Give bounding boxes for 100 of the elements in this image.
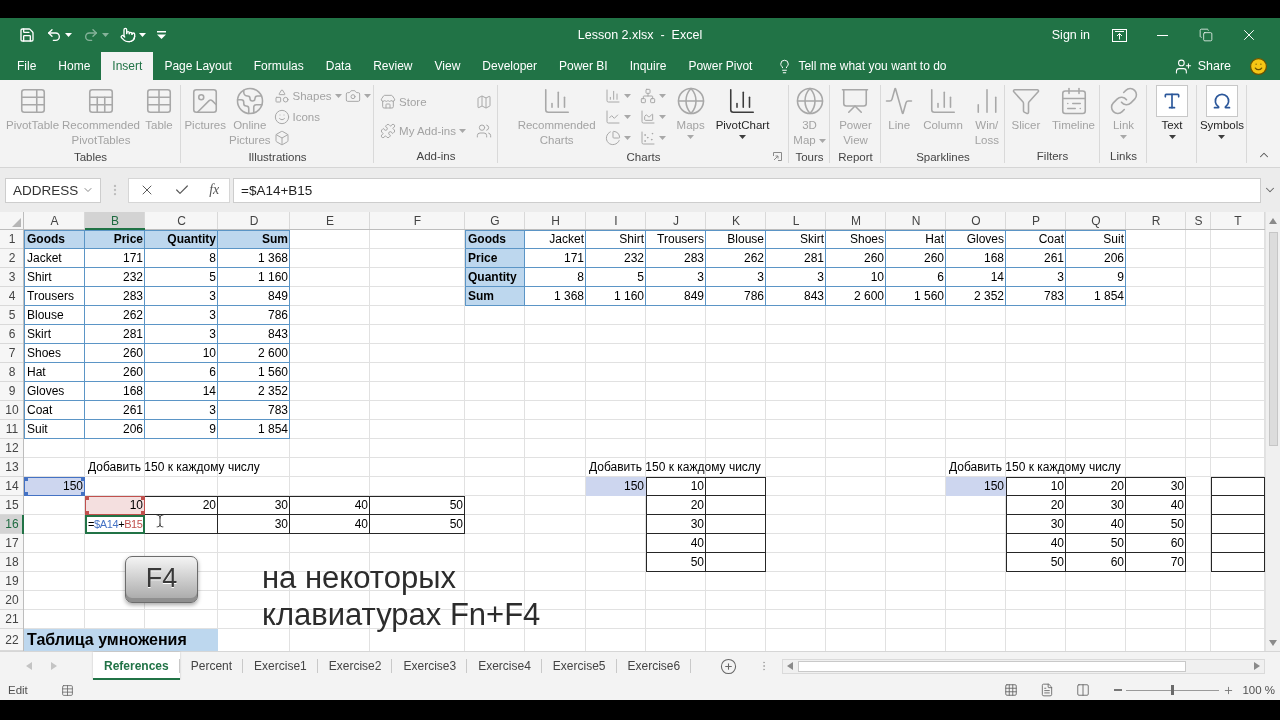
sheet-cell[interactable]: Sum [218,230,290,249]
header-letter[interactable]: F [370,212,465,230]
sheet-cell[interactable]: 206 [85,420,145,439]
sheet-cell[interactable]: 6 [886,268,946,287]
header-letter[interactable]: Q [1066,212,1126,230]
empty-cell[interactable] [706,534,766,553]
sheet-cell[interactable]: 168 [946,249,1006,268]
sheet-cell[interactable]: 150 [586,477,646,496]
editing-cell[interactable]: =$A14+B15 [85,515,145,534]
sheet-cell[interactable]: 786 [706,287,766,306]
empty-cell[interactable] [1211,515,1265,534]
sheet-cell[interactable]: 843 [218,325,290,344]
sheet-cell[interactable]: 261 [85,401,145,420]
sheet-cell[interactable]: 171 [85,249,145,268]
sheet-cell[interactable]: 9 [1066,268,1126,287]
sheet-cell[interactable]: 262 [706,249,766,268]
sheet-cell[interactable]: 2 600 [826,287,886,306]
header-letter[interactable]: L [766,212,826,230]
sheet-cell[interactable]: Добавить 150 к каждому числу [586,458,826,477]
row-number[interactable]: 12 [0,439,24,458]
ribbon-tab[interactable]: File [6,52,48,80]
down-triangle-icon[interactable] [1269,640,1277,646]
sheet-cell[interactable]: Blouse [24,306,85,325]
sheet-cell[interactable]: Suit [24,420,85,439]
header-letter[interactable]: T [1211,212,1265,230]
sheet-cell[interactable]: Price [85,230,145,249]
ribbon-tab[interactable]: View [423,52,472,80]
sheet-cell[interactable]: 30 [1126,477,1186,496]
sheet-cell[interactable]: 60 [1066,553,1126,572]
sheet-cell[interactable]: 3 [1006,268,1066,287]
row-number[interactable]: 6 [0,325,24,344]
empty-cell[interactable] [706,553,766,572]
sheet-cell[interactable]: 1 160 [586,287,646,306]
zoom-in-button[interactable] [1223,684,1235,696]
sheet-cell[interactable]: 5 [586,268,646,287]
sheet-cell[interactable]: 260 [85,363,145,382]
sheet-cell[interactable]: 60 [1126,534,1186,553]
ribbon-tab[interactable]: Power BI [548,52,619,80]
sheet-cell[interactable]: Добавить 150 к каждому числу [85,458,290,477]
ribbon-tab[interactable]: Review [362,52,424,80]
sheet-cell[interactable]: 3 [766,268,826,287]
sheet-cell[interactable]: 261 [1006,249,1066,268]
row-number[interactable]: 16 [0,515,24,534]
sheet-cell[interactable]: 50 [646,553,706,572]
ribbon-button[interactable]: Symbols [1198,83,1246,139]
header-letter[interactable]: P [1006,212,1066,230]
sheet-cell[interactable]: 20 [1006,496,1066,515]
right-triangle-icon[interactable] [1254,662,1260,670]
empty-cell[interactable] [706,515,766,534]
sheet-cell[interactable]: 3 [646,268,706,287]
header-letter[interactable]: S [1186,212,1211,230]
sheet-cell[interactable]: Blouse [706,230,766,249]
sheet-cell[interactable]: Добавить 150 к каждому числу [946,458,1186,477]
empty-cell[interactable] [706,496,766,515]
sheet-cell[interactable]: Skirt [766,230,826,249]
row-number[interactable]: 8 [0,363,24,382]
sheet-cell[interactable]: Trousers [646,230,706,249]
sheet-cell[interactable]: 2 352 [946,287,1006,306]
header-letter[interactable]: B [85,212,145,230]
row-number[interactable]: 1 [0,230,24,249]
sheet-cell[interactable]: 50 [1066,534,1126,553]
empty-cell[interactable] [145,515,218,534]
ribbon-tab[interactable]: Formulas [242,52,315,80]
slider-thumb[interactable] [1171,685,1175,695]
tell-me-field[interactable]: Tell me what you want to do [798,59,979,73]
sheet-cell[interactable]: 786 [218,306,290,325]
sheet-cell[interactable]: 30 [218,496,290,515]
sheet-cell[interactable]: 8 [145,249,218,268]
sheet-cell[interactable]: 1 854 [218,420,290,439]
row-number[interactable]: 9 [0,382,24,401]
sheet-cell[interactable]: Jacket [525,230,586,249]
formula-field[interactable]: =$A14+B15 [233,177,1261,203]
row-number[interactable]: 20 [0,591,24,610]
sheet-cell[interactable]: 1 560 [218,363,290,382]
empty-cell[interactable] [706,477,766,496]
sheet-cell[interactable]: 40 [1006,534,1066,553]
scrollbar-thumb[interactable] [1268,232,1278,446]
sheet-cell[interactable]: 232 [85,268,145,287]
header-letter[interactable]: E [290,212,370,230]
sheet-cell[interactable]: 260 [826,249,886,268]
sheet-cell[interactable]: Trousers [24,287,85,306]
header-letter[interactable]: A [24,212,85,230]
sheet-cell[interactable]: 3 [145,401,218,420]
share-button[interactable]: Share [1174,52,1231,80]
sheet-cell[interactable]: 70 [1126,553,1186,572]
sheet-cell[interactable]: 30 [218,515,290,534]
horizontal-scrollbar[interactable] [782,658,1265,674]
header-letter[interactable]: N [886,212,946,230]
insert-function-button[interactable]: fx [207,182,222,198]
sheet-cell[interactable]: 262 [85,306,145,325]
row-number[interactable]: 22 [0,629,24,651]
sheet-cell[interactable]: 3 [706,268,766,287]
sheet-cell[interactable]: 3 [145,287,218,306]
sheet-cell[interactable]: 40 [1126,496,1186,515]
sheet-cell[interactable]: 10 [145,344,218,363]
sheet-cell[interactable]: Goods [465,230,525,249]
row-number[interactable]: 15 [0,496,24,515]
sheet-cell[interactable]: Quantity [145,230,218,249]
sheet-cell[interactable]: 10 [85,496,145,515]
row-number[interactable]: 17 [0,534,24,553]
